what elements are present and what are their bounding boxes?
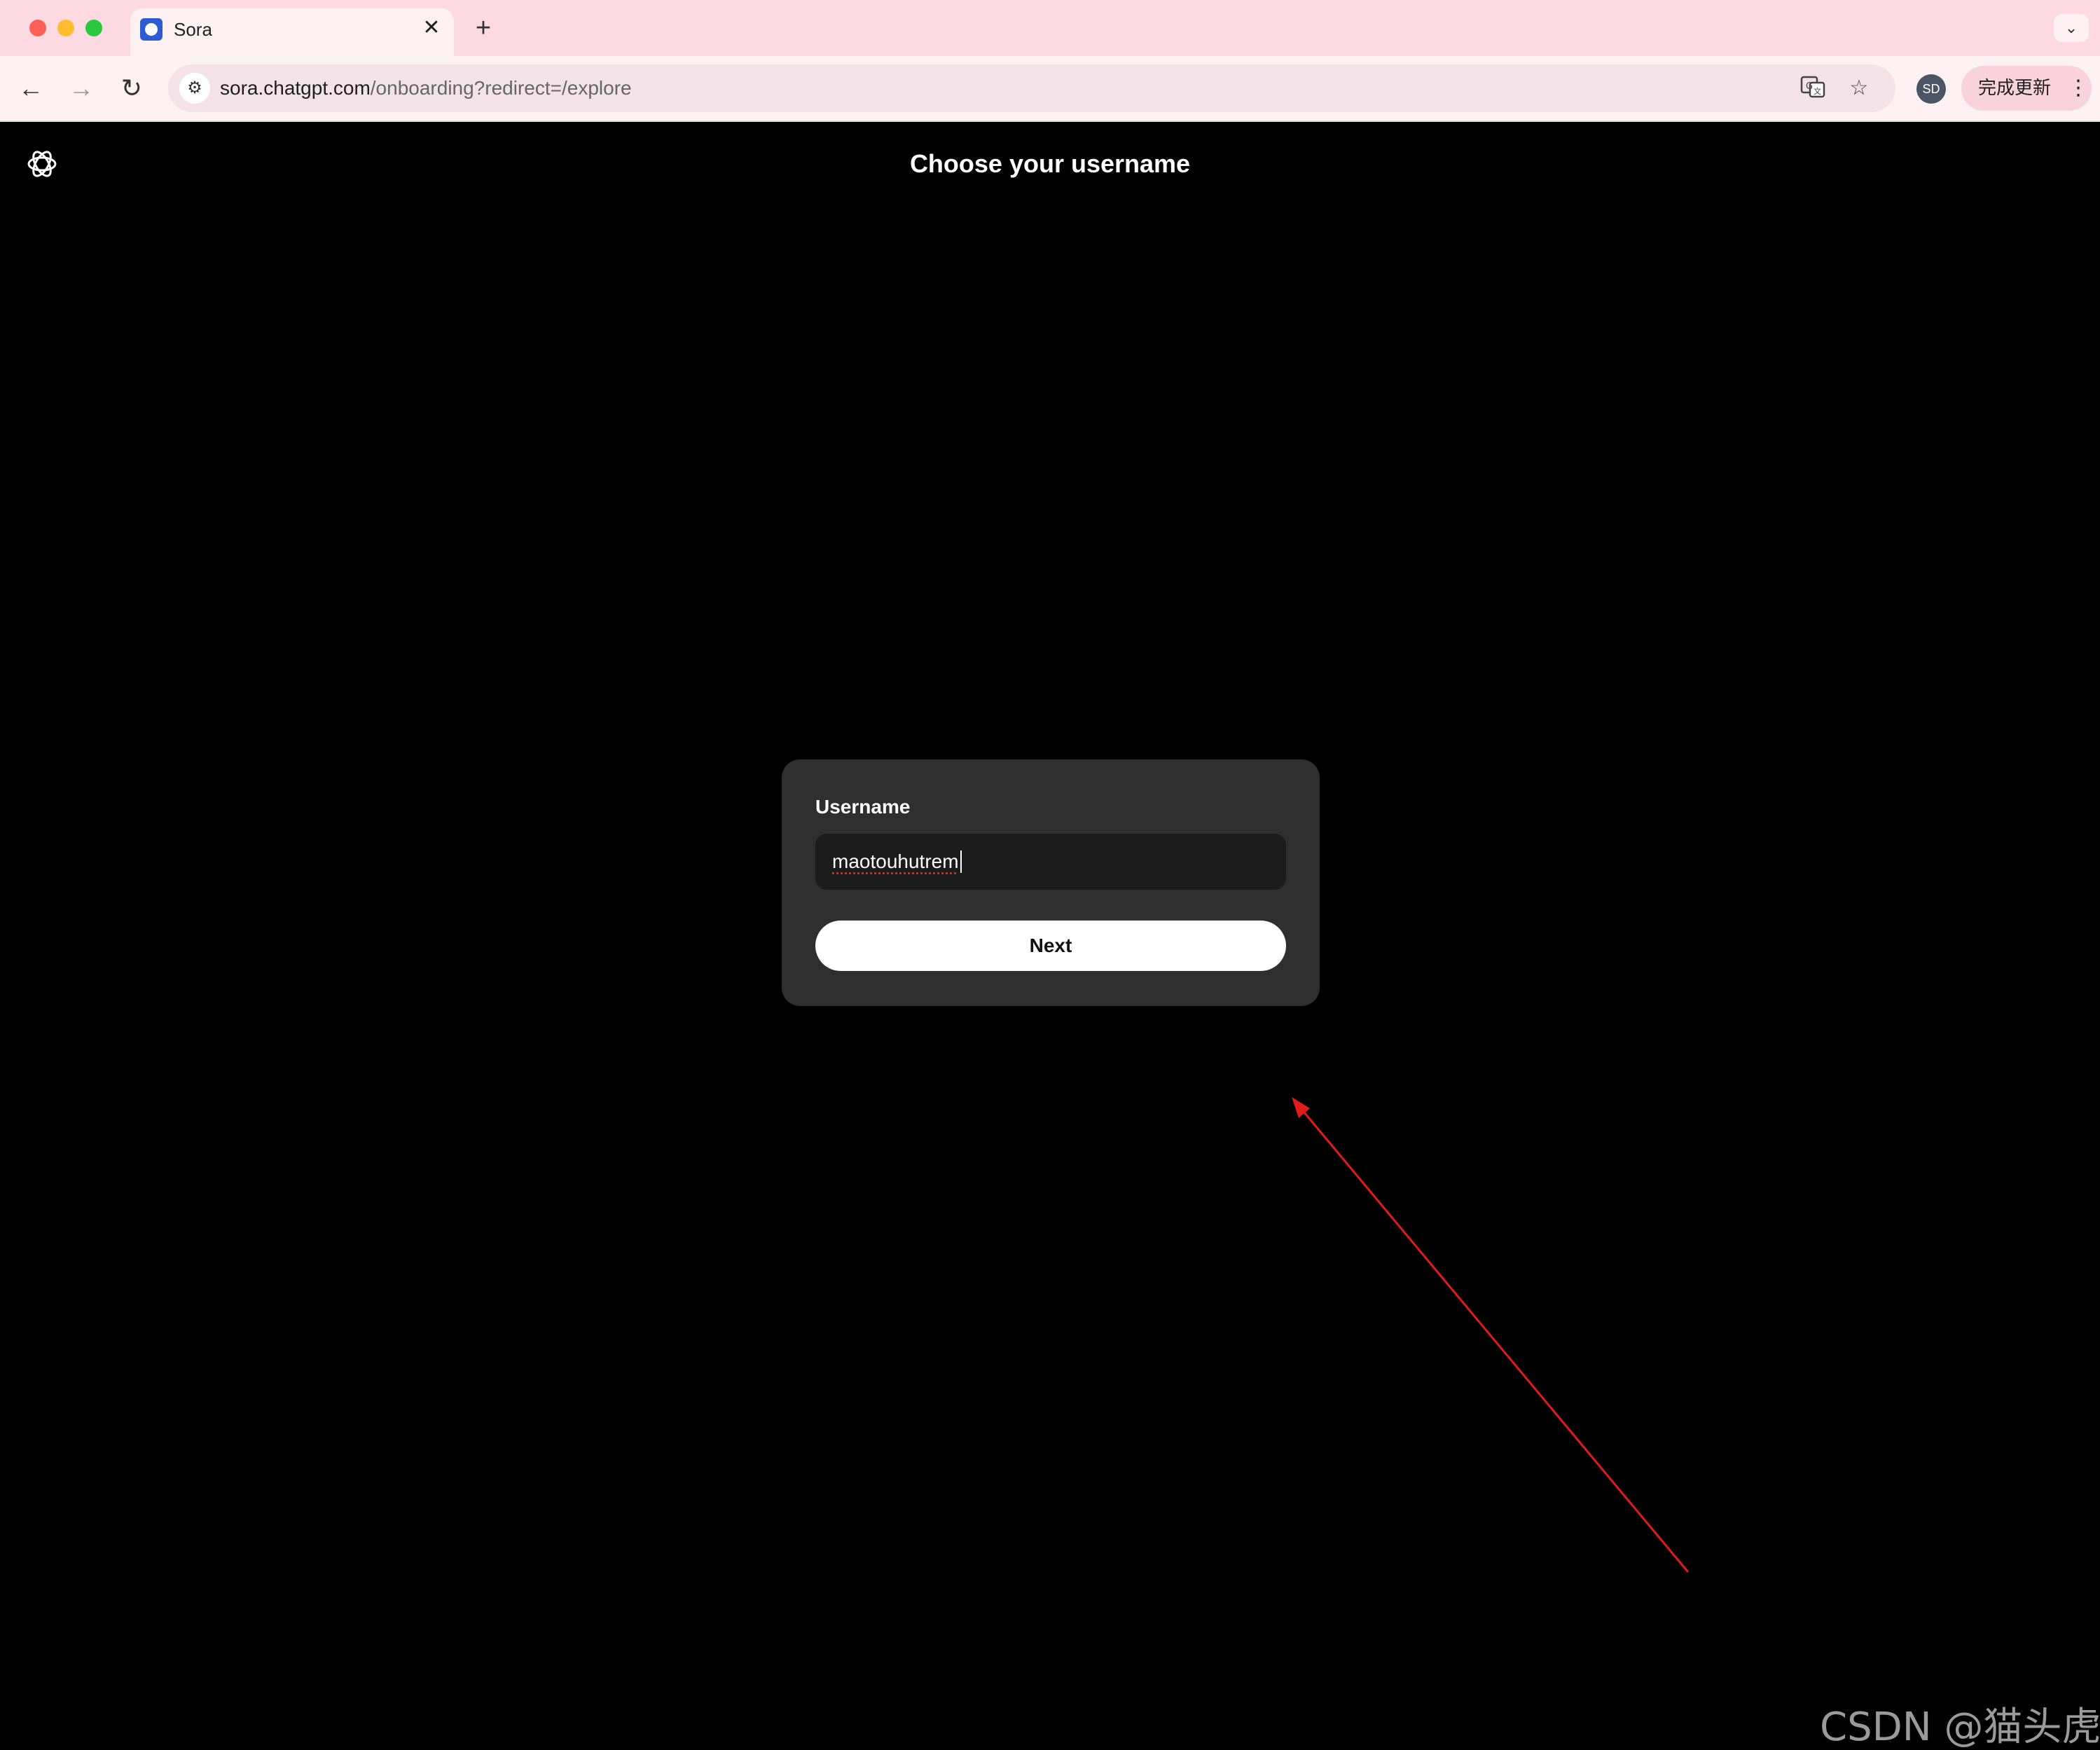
text-caret — [960, 850, 962, 873]
browser-tab-bar: Sora ✕ + ⌄ — [0, 0, 2100, 56]
window-close-button[interactable] — [29, 20, 46, 36]
url-host: sora.chatgpt.com — [220, 77, 371, 99]
tab-title: Sora — [174, 19, 212, 40]
site-settings-icon[interactable]: ⚙ — [179, 73, 210, 104]
next-button[interactable]: Next — [815, 921, 1286, 971]
url-path: /onboarding?redirect=/explore — [370, 77, 632, 99]
back-arrow-icon[interactable]: ← — [14, 71, 48, 105]
next-button-label: Next — [1029, 935, 1072, 956]
window-zoom-button[interactable] — [85, 20, 102, 36]
update-button[interactable]: 完成更新 ⋮ — [1961, 66, 2092, 111]
svg-text:G: G — [1806, 81, 1813, 92]
svg-text:文: 文 — [1814, 86, 1821, 96]
update-button-label: 完成更新 — [1978, 78, 2052, 99]
new-tab-plus-icon[interactable]: + — [471, 15, 496, 41]
browser-tab-sora[interactable]: Sora ✕ — [130, 8, 454, 56]
profile-avatar[interactable]: SD — [1916, 74, 1946, 104]
tab-search-chevron-down-icon[interactable]: ⌄ — [2054, 14, 2089, 42]
tab-close-icon[interactable]: ✕ — [420, 17, 443, 39]
bookmark-star-icon[interactable]: ☆ — [1844, 73, 1874, 104]
translate-icon[interactable]: G 文 — [1797, 73, 1828, 104]
page-title: Choose your username — [909, 149, 1191, 178]
username-input[interactable]: maotouhutrem — [815, 834, 1286, 890]
more-menu-icon[interactable]: ⋮ — [2068, 76, 2089, 101]
page-content: Choose your username Username maotouhutr… — [0, 122, 2100, 1750]
url-text[interactable]: sora.chatgpt.com/onboarding?redirect=/ex… — [220, 76, 632, 101]
username-label: Username — [815, 796, 911, 818]
annotation-arrow — [1292, 1097, 1690, 1573]
browser-toolbar: ← → ↻ ⚙ sora.chatgpt.com/onboarding?redi… — [0, 56, 2100, 122]
address-bar[interactable]: ⚙ sora.chatgpt.com/onboarding?redirect=/… — [168, 64, 1895, 112]
username-card: Username maotouhutrem Next — [782, 759, 1320, 1006]
forward-arrow-icon[interactable]: → — [64, 71, 98, 105]
reload-icon[interactable]: ↻ — [115, 71, 148, 105]
username-input-value: maotouhutrem — [832, 850, 959, 872]
window-minimize-button[interactable] — [57, 20, 74, 36]
sora-favicon-icon — [140, 18, 163, 41]
watermark-text: CSDN @猫头虎 — [1820, 1704, 2100, 1750]
